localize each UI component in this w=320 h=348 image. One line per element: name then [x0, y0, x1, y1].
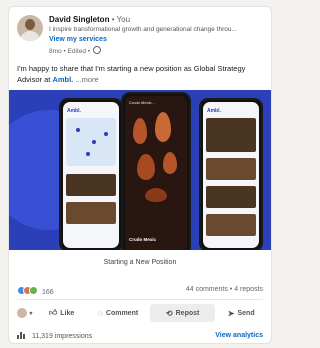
venue-thumbnail: [206, 214, 256, 236]
support-reaction-icon: [29, 286, 38, 295]
chevron-down-icon: ▾: [29, 310, 33, 317]
avatar[interactable]: [17, 15, 43, 41]
venue-thumbnail: [206, 118, 256, 152]
map-pin-icon: [92, 140, 96, 144]
avatar-body: [20, 31, 40, 41]
venue-title: Crudo Mexic...: [129, 100, 155, 105]
repost-icon: ⟲: [165, 308, 173, 318]
reactions-summary[interactable]: 166: [17, 286, 54, 296]
decor-shape: [133, 118, 147, 144]
app-logo: Ambl.: [207, 108, 221, 114]
author-degree: • You: [111, 15, 131, 24]
post-meta: 8mo • Edited •: [49, 46, 101, 55]
post-text: I'm happy to share that I'm starting a n…: [17, 63, 267, 85]
decor-shape: [163, 152, 177, 174]
send-icon: ➤: [227, 308, 235, 318]
post-card: David Singleton • You I inspire transfor…: [8, 6, 272, 344]
phone-screen-list: Ambl.: [203, 102, 259, 248]
author-headline: I inspire transformational growth and ge…: [49, 26, 237, 33]
repost-label: Repost: [175, 309, 200, 317]
author-name[interactable]: David Singleton: [49, 15, 109, 24]
send-label: Send: [237, 309, 255, 317]
post-image[interactable]: Ambl. Crudo Mexic... Crudo Mexic Ambl.: [9, 90, 271, 250]
comment-label: Comment: [105, 309, 139, 317]
globe-icon: [92, 46, 101, 54]
post-meta-text: 8mo • Edited •: [49, 48, 91, 55]
phone-mockup-right: Ambl.: [199, 98, 263, 250]
actor-switcher-button[interactable]: ▾: [13, 304, 37, 322]
comment-icon: ◌: [98, 308, 103, 318]
company-mention-link[interactable]: Ambl.: [52, 75, 73, 84]
see-more-link[interactable]: ...more: [75, 75, 98, 84]
thumbs-up-icon: 👍︎: [48, 308, 58, 317]
venue-thumbnail: [66, 174, 116, 196]
like-label: Like: [60, 309, 75, 317]
bar-chart-icon: [17, 332, 26, 341]
like-button[interactable]: 👍︎ Like: [37, 304, 87, 322]
reaction-count: 166: [41, 289, 54, 296]
venue-name: Crudo Mexic: [129, 237, 157, 242]
venue-thumbnail: [206, 186, 256, 208]
app-logo: Ambl.: [67, 108, 81, 114]
send-button[interactable]: ➤ Send: [215, 304, 267, 322]
phone-screen-restaurant: Crudo Mexic... Crudo Mexic: [125, 96, 187, 250]
map-pin-icon: [86, 152, 90, 156]
author-line: David Singleton • You: [49, 15, 130, 24]
post-header: David Singleton • You I inspire transfor…: [17, 13, 267, 59]
decor-shape: [155, 112, 171, 142]
phone-mockup-center: Crudo Mexic... Crudo Mexic: [121, 92, 191, 250]
view-analytics-link[interactable]: View analytics: [215, 332, 263, 339]
actor-avatar: [17, 308, 28, 318]
comment-button[interactable]: ◌ Comment: [86, 304, 150, 322]
map-thumbnail: [66, 118, 116, 166]
venue-thumbnail: [206, 158, 256, 180]
decor-shape: [145, 188, 167, 202]
impressions-count: 11,319 impressions: [31, 333, 93, 340]
comments-reposts-count[interactable]: 44 comments • 4 reposts: [186, 286, 263, 293]
view-services-link[interactable]: View my services: [49, 36, 107, 43]
impressions-row: 11,319 impressions View analytics: [17, 332, 263, 341]
phone-mockup-left: Ambl.: [59, 98, 123, 250]
decor-shape: [137, 154, 155, 180]
divider: [17, 299, 263, 300]
phone-screen-map: Ambl.: [63, 102, 119, 248]
map-pin-icon: [104, 132, 108, 136]
repost-button[interactable]: ⟲ Repost: [149, 304, 216, 322]
map-pin-icon: [76, 128, 80, 132]
action-bar: ▾ 👍︎ Like ◌ Comment ⟲ Repost ➤ Send: [13, 303, 267, 323]
venue-thumbnail: [66, 202, 116, 224]
avatar-face: [25, 19, 35, 30]
image-caption: Starting a New Position: [103, 259, 177, 266]
